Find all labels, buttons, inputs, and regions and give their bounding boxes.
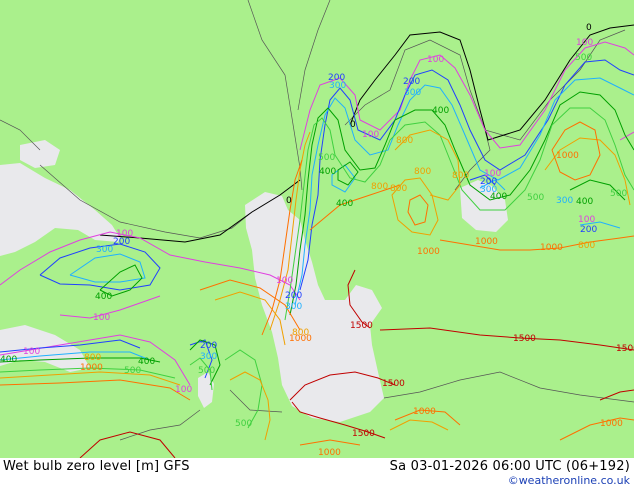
contour-label: 100 (93, 313, 110, 323)
contour-label: 1000 (475, 237, 498, 247)
contour-label: 1500 (350, 321, 373, 331)
contour-label: 1000 (600, 419, 623, 429)
contour-label: 1000 (556, 151, 579, 161)
contour-label: 800 (578, 241, 595, 251)
contour-label: 1500 (616, 344, 634, 354)
contour-label: 200 (113, 237, 130, 247)
contour-label: 300 (329, 81, 346, 91)
contour-label: 200 (285, 291, 302, 301)
valid-time: Sa 03-01-2026 06:00 UTC (06+192) (389, 459, 630, 474)
contour-label: 800 (84, 353, 101, 363)
contour-label: 400 (336, 199, 353, 209)
contour-label: 100 (23, 347, 40, 357)
contour-label: 1000 (540, 243, 563, 253)
contour-label: 300 (200, 352, 217, 362)
contour-label: 1000 (417, 247, 440, 257)
contour-label: 0 (286, 196, 292, 206)
contour-label: 400 (576, 197, 593, 207)
contour-label: 100 (578, 215, 595, 225)
contour-label: 100 (427, 55, 444, 65)
contour-label: 300 (96, 245, 113, 255)
contour-label: 500 (610, 189, 627, 199)
contour-label: 1500 (513, 334, 536, 344)
contour-label: 800 (414, 167, 431, 177)
contour-label: 300 (285, 302, 302, 312)
footer-bar: Wet bulb zero level [m] GFS Sa 03-01-202… (0, 458, 634, 490)
contour-label: 200 (403, 77, 420, 87)
weather-map: 0 0 0 100 100 100 100 100 100 100 100 10… (0, 0, 634, 458)
contour-label: 1500 (382, 379, 405, 389)
contour-label: 400 (319, 167, 336, 177)
source-credit-link[interactable]: ©weatheronline.co.uk (508, 474, 630, 487)
contour-label: 500 (235, 419, 252, 429)
contour-label: 500 (318, 153, 335, 163)
contour-label: 300 (556, 196, 573, 206)
product-title: Wet bulb zero level [m] GFS (3, 459, 190, 474)
contour-label: 800 (371, 182, 388, 192)
contour-label: 1000 (413, 407, 436, 417)
contour-label: 500 (198, 366, 215, 376)
contour-label: 1500 (352, 429, 375, 439)
contour-label: 500 (124, 366, 141, 376)
contour-label: 1000 (318, 448, 341, 458)
contour-label: 800 (396, 136, 413, 146)
contour-label: 200 (200, 341, 217, 351)
contour-label: 1000 (80, 363, 103, 373)
contour-label: 500 (527, 193, 544, 203)
contour-label: 100 (175, 385, 192, 395)
contour-label: 400 (490, 192, 507, 202)
contour-label: 0 (350, 120, 356, 130)
contour-label: 400 (95, 292, 112, 302)
contour-label: 400 (432, 106, 449, 116)
contour-label: 500 (575, 53, 592, 63)
contour-label: 200 (580, 225, 597, 235)
contour-label: 0 (586, 23, 592, 33)
contour-label: 100 (576, 38, 593, 48)
contour-label: 300 (404, 88, 421, 98)
contour-label: 400 (0, 355, 17, 365)
contour-label: 100 (362, 130, 379, 140)
contour-label: 800 (452, 171, 469, 181)
contour-label: 1000 (289, 334, 312, 344)
contour-label: 800 (390, 184, 407, 194)
contour-label: 100 (276, 276, 293, 286)
